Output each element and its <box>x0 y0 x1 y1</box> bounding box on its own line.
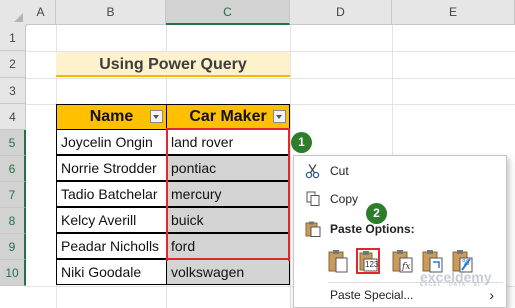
svg-text:fx: fx <box>401 262 410 272</box>
step-badge-1: 1 <box>291 132 312 153</box>
column-header-a[interactable]: A <box>26 0 56 25</box>
menu-item-paste-special-label: Paste Special... <box>330 288 414 302</box>
table-cell-name[interactable]: Niki Goodale <box>56 259 167 285</box>
filter-dropdown-icon[interactable] <box>150 110 163 123</box>
column-header-b[interactable]: B <box>56 0 166 25</box>
filter-dropdown-icon[interactable] <box>273 110 286 123</box>
row-header-1[interactable]: 1 <box>0 25 26 51</box>
column-header-e[interactable]: E <box>392 0 515 25</box>
column-header-c[interactable]: C <box>166 0 290 25</box>
paste-formulas-icon[interactable]: fx <box>390 248 414 274</box>
row-header-2[interactable]: 2 <box>0 51 26 78</box>
row-header-8[interactable]: 8 <box>0 208 26 234</box>
select-all-triangle-icon <box>14 13 23 22</box>
menu-item-copy-label: Copy <box>330 192 359 206</box>
table-cell-name[interactable]: Tadio Batchelar <box>56 181 167 207</box>
step-badge-2: 2 <box>366 203 387 224</box>
table-header-car-maker[interactable]: Car Maker <box>166 104 290 130</box>
select-all-corner[interactable] <box>0 0 27 26</box>
paste-options-heading: Paste Options: <box>294 217 506 241</box>
svg-text:%: % <box>462 258 470 267</box>
table-header-name[interactable]: Name <box>56 104 167 130</box>
column-header-d[interactable]: D <box>290 0 392 25</box>
paste-icon[interactable] <box>326 248 350 274</box>
row-header-10[interactable]: 10 <box>0 260 26 286</box>
copy-icon <box>306 191 320 206</box>
selection-highlight <box>166 128 290 260</box>
paste-values-icon-label: 123 <box>365 260 379 269</box>
clipboard-icon <box>305 221 321 237</box>
gridline <box>290 25 291 308</box>
row-header-6[interactable]: 6 <box>0 156 26 182</box>
table-cell-name[interactable]: Peadar Nicholls <box>56 233 167 259</box>
table-header-car-maker-label: Car Maker <box>189 108 267 125</box>
table-cell-name[interactable]: Kelcy Averill <box>56 207 167 233</box>
paste-values-button[interactable]: 123 <box>356 248 380 274</box>
sheet-title: Using Power Query <box>56 52 290 77</box>
gridline <box>26 78 515 79</box>
menu-item-cut-label: Cut <box>330 164 349 178</box>
row-header-4[interactable]: 4 <box>0 104 26 130</box>
menu-item-cut[interactable]: Cut <box>294 159 506 183</box>
watermark-logo: exceldemy EXCEL · DATA · BI <box>420 269 492 288</box>
row-header-5[interactable]: 5 <box>0 130 26 156</box>
row-header-9[interactable]: 9 <box>0 234 26 260</box>
row-header-7[interactable]: 7 <box>0 182 26 208</box>
table-cell-name[interactable]: Joycelin Ongin <box>56 129 167 155</box>
scissors-icon <box>305 164 320 179</box>
selection-highlight-extension <box>166 258 290 261</box>
table-cell-car-maker[interactable]: volkswagen <box>166 259 290 285</box>
table-header-name-label: Name <box>89 108 134 125</box>
row-header-3[interactable]: 3 <box>0 78 26 104</box>
table-cell-name[interactable]: Norrie Strodder <box>56 155 167 181</box>
menu-item-copy[interactable]: Copy <box>294 187 506 211</box>
